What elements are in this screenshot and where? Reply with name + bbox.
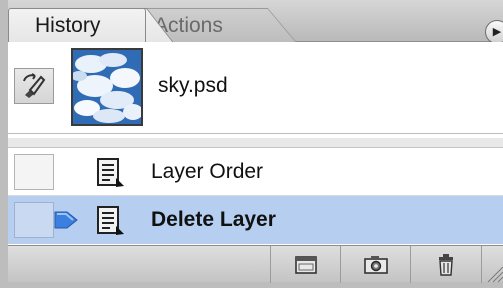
resize-grip-icon [487,266,503,283]
new-document-icon [294,255,317,274]
resize-grip[interactable] [481,246,503,283]
new-snapshot-button[interactable] [340,246,410,283]
history-toolbar [8,245,503,283]
tab-history[interactable]: History [8,8,146,42]
history-state-row-selected[interactable]: Delete Layer [8,196,503,244]
play-triangle-icon: ▶ [492,26,502,38]
snapshot-row[interactable]: sky.psd [8,42,503,134]
history-brush-source-toggle[interactable] [14,202,54,238]
tab-bar: Actions History ▶ [8,0,503,44]
history-step-icon [97,158,124,187]
snapshot-thumbnail [71,48,143,126]
camera-icon [363,255,388,274]
sky-clouds-thumbnail [73,50,141,124]
history-panel: Actions History ▶ sky.psd Layer Order De… [8,0,503,283]
history-state-label: Layer Order [151,160,264,183]
history-brush-icon [23,73,46,98]
snapshot-separator [8,138,503,148]
snapshot-label: sky.psd [158,74,228,97]
history-brush-source-toggle[interactable] [14,154,54,190]
history-list: sky.psd Layer Order Delete Layer [8,42,503,245]
history-state-row[interactable]: Layer Order [8,148,503,196]
new-document-from-state-button[interactable] [270,246,340,283]
delete-state-button[interactable] [410,246,480,283]
history-brush-source-toggle[interactable] [14,68,54,104]
history-step-icon [97,206,124,235]
trash-icon [438,253,453,276]
history-state-label: Delete Layer [151,208,276,231]
panel-menu-button[interactable]: ▶ [485,20,503,44]
current-state-slider-icon[interactable] [53,208,79,232]
